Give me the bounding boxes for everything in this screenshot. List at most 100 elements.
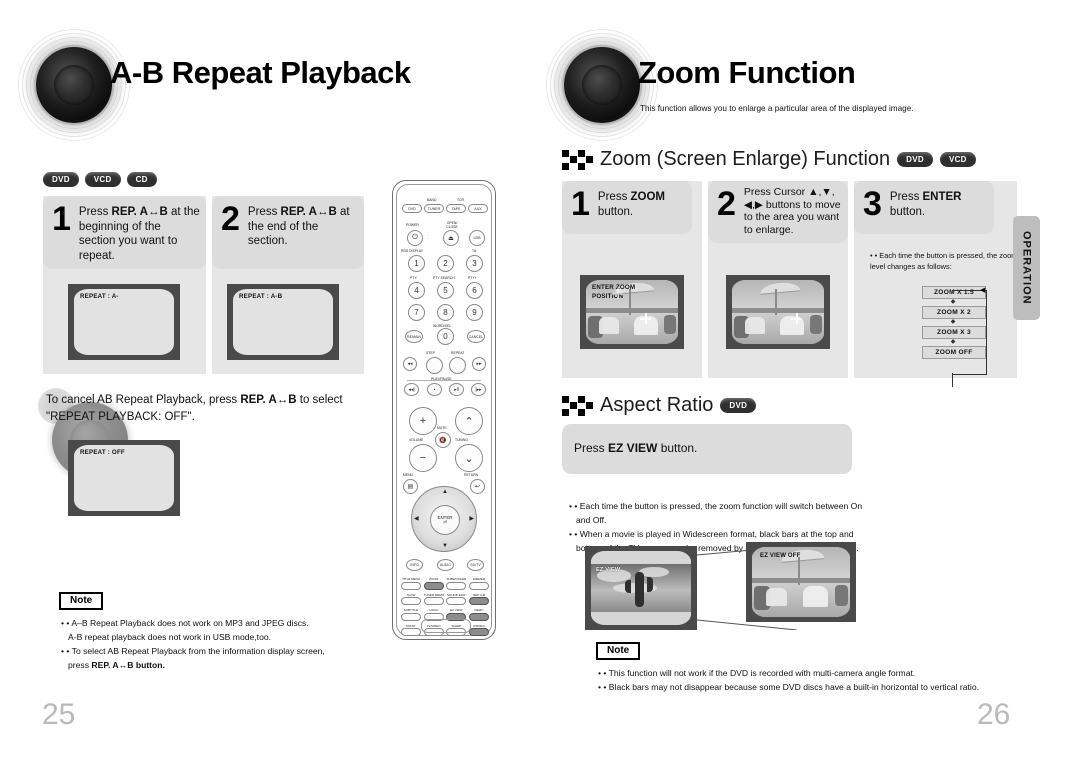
remote-indicator-dots: ·· ·· ·· — [427, 231, 429, 241]
remote-key-label: DEMO — [474, 608, 484, 612]
zoom-step-text-3: Press ENTER button. — [889, 191, 962, 218]
remote-key-2[interactable]: 2 — [437, 255, 454, 272]
remote-dpad-left-icon[interactable]: ◀ — [414, 515, 419, 522]
remote-play-pause-button[interactable]: ▸‖ — [449, 383, 464, 396]
ezview-tv-screen-right: EZ VIEW OFF — [746, 542, 856, 622]
remote-cancel-button[interactable]: CANCEL — [467, 330, 485, 343]
remote-key-subwoofer[interactable] — [446, 581, 467, 590]
remote-key-cell: SLOW — [401, 593, 421, 605]
remote-dpad-up-icon[interactable]: ▲ — [442, 489, 448, 495]
remote-control-illustration: BAND TCR DVD TUNER TAPE AUX POWER OPEN/ … — [392, 180, 496, 640]
remote-key-8[interactable]: 8 — [437, 304, 454, 321]
remote-mute-label: MUTE — [437, 426, 447, 430]
disc-badge-vcd: VCD — [84, 172, 121, 187]
remote-key-cell: REP A-B — [468, 593, 489, 605]
remote-key-tuner-memory[interactable] — [423, 597, 444, 605]
remote-tuning-up-button[interactable]: ⌃ — [455, 407, 483, 435]
zoom-level-loop-arrow-icon: ◀ — [980, 287, 986, 294]
remote-key-0[interactable]: 0 — [437, 328, 454, 345]
tv-inner-1: REPEAT : A- — [74, 289, 174, 355]
remote-usb-button[interactable]: USB — [469, 230, 485, 246]
remote-repeat-button[interactable] — [449, 357, 466, 374]
side-tab-operation[interactable]: OPERATION — [1013, 216, 1040, 320]
remote-enter-button[interactable]: ENTER ⏎ — [430, 505, 460, 535]
ezview-tv-inner-left: EZ VIEW — [591, 551, 691, 625]
remote-key-tape[interactable]: TAPE — [446, 204, 466, 213]
remote-key-7[interactable]: 7 — [408, 304, 425, 321]
remote-audio-button[interactable]: AUDIO — [437, 559, 454, 571]
remote-key-cell: DEMO — [468, 608, 489, 621]
remote-bottom-key-row: SLOW TUNER MEMORYSOUND EDIT REP A-B — [401, 592, 489, 605]
remote-rds-display-label: RDS DISPLAY — [401, 249, 424, 253]
remote-volume-down-button[interactable]: − — [409, 444, 437, 472]
remote-key-dvd[interactable]: DVD — [402, 204, 422, 213]
remote-key-aux[interactable]: AUX — [468, 204, 488, 213]
remote-key-zoom[interactable] — [423, 581, 444, 590]
remote-key-slow[interactable] — [401, 597, 421, 605]
remote-volume-up-button[interactable]: + — [409, 407, 437, 435]
remote-key-label: LOGO — [429, 608, 438, 612]
note-bullets-right: • This function will not work if the DVD… — [598, 667, 998, 695]
remote-dpad[interactable]: ▲ ◀ ▶ ▼ ENTER ⏎ — [411, 486, 477, 552]
page-subtitle: This function allows you to enlarge a pa… — [640, 104, 914, 113]
remote-step-button[interactable] — [426, 357, 443, 374]
remote-power-label: POWER — [406, 223, 419, 227]
remote-dpad-right-icon[interactable]: ▶ — [469, 515, 474, 522]
remote-volume-label: VOLUME — [409, 438, 424, 442]
remote-key-title-menu[interactable] — [401, 581, 421, 590]
zoom-tv-inner-1: ENTER ZOOM POSITION — [586, 280, 678, 344]
remote-key-3[interactable]: 3 — [466, 255, 483, 272]
remote-mute-button[interactable]: 🔇 — [435, 432, 451, 448]
remote-tuning-down-button[interactable]: ⌄ — [455, 444, 483, 472]
remote-key-rep-a-b[interactable] — [468, 597, 489, 605]
remote-band-sub-label: TCR — [457, 198, 464, 202]
remote-key-mo-st[interactable] — [401, 628, 421, 636]
remote-remain-button[interactable]: REMAIN — [405, 330, 423, 343]
remote-power-button[interactable]: ⏻ — [407, 230, 423, 246]
remote-enter-glyph-icon: ⏎ — [442, 519, 448, 526]
disc-badge-cd: CD — [126, 172, 157, 187]
remote-key-6[interactable]: 6 — [466, 282, 483, 299]
zoom-step-text-2: Press Cursor ▲,▼, ◀,▶ buttons to move to… — [743, 186, 841, 236]
remote-key-1[interactable]: 1 — [408, 255, 425, 272]
remote-key-label: TUNER MEMORY — [423, 592, 444, 597]
remote-key-cell: ZOOM — [423, 577, 444, 590]
remote-key-sound-edit[interactable] — [446, 597, 467, 605]
remote-key-dsp-eq[interactable] — [468, 628, 489, 636]
remote-key-9[interactable]: 9 — [466, 304, 483, 321]
zoom-step-number-2: 2 — [717, 185, 736, 223]
remote-rewind-button[interactable]: ◂◂ — [403, 357, 417, 371]
zoom-level-note-text: • Each time the button is pressed, the z… — [870, 250, 1020, 272]
remote-key-4[interactable]: 4 — [408, 282, 425, 299]
ezview-tv-screen-left: EZ VIEW — [585, 546, 697, 630]
remote-menu-button[interactable]: ▤ — [403, 479, 418, 494]
remote-return-button[interactable]: ↩ — [470, 479, 485, 494]
remote-next-button[interactable]: |▸▸ — [471, 383, 486, 396]
remote-forward-button[interactable]: ▸▸ — [472, 357, 486, 371]
remote-key-tuner[interactable]: TUNER — [424, 204, 444, 213]
remote-source-row: DVD TUNER TAPE AUX — [402, 204, 488, 213]
remote-key-label: TITLE MENU — [402, 577, 420, 581]
remote-info-button[interactable]: INFO — [406, 559, 423, 571]
remote-open-close-button[interactable]: ⏏ — [443, 230, 459, 246]
remote-menu-label: MENU — [403, 473, 413, 477]
remote-sd-tv-button[interactable]: SD/TV — [467, 559, 484, 571]
tv-inner-2: REPEAT : A-B — [233, 289, 333, 355]
remote-key-subtitle[interactable] — [401, 612, 421, 621]
remote-prev-button[interactable]: ◂◂| — [404, 383, 419, 396]
disc-badge-dvd-aspect: DVD — [720, 398, 757, 413]
tv-screen-1: REPEAT : A- — [68, 284, 180, 360]
remote-key-label: SOUND EDIT — [447, 592, 466, 597]
remote-key-demo[interactable] — [468, 612, 489, 621]
remote-stop-button[interactable]: ▪ — [427, 383, 442, 396]
step-card-1: 1 Press REP. A↔B at the beginning of the… — [43, 196, 206, 269]
remote-key-cell: DIMMER — [468, 577, 489, 590]
remote-key-label: SUBWOOFER — [446, 577, 467, 581]
remote-key-cell: TUNER MEMORY — [423, 592, 444, 605]
remote-key-dimmer[interactable] — [468, 581, 489, 590]
remote-key-5[interactable]: 5 — [437, 282, 454, 299]
page-title-right: Zoom Function — [638, 55, 856, 90]
remote-dpad-down-icon[interactable]: ▼ — [442, 543, 448, 549]
remote-key-label: EZ VIEW — [450, 608, 463, 612]
ezview-tv-osd-right: EZ VIEW OFF — [760, 553, 801, 559]
